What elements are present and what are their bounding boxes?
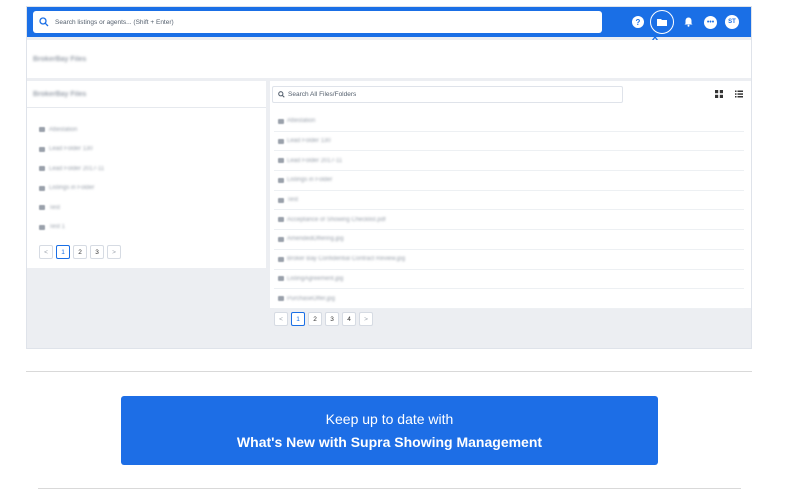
folder-label: Lead Folder 130 — [49, 146, 93, 153]
file-row[interactable]: Attestation — [274, 112, 744, 132]
app-screenshot: Search listings or agents... (Shift + En… — [26, 6, 752, 349]
file-row[interactable]: Listings in Folder — [274, 171, 744, 191]
next-page-button[interactable]: > — [359, 312, 373, 326]
file-icon — [278, 276, 284, 282]
files-pagination: < 1 2 3 4 > — [274, 312, 373, 326]
file-label: Attestation — [287, 118, 316, 125]
file-row[interactable]: Broker Bay Confidential Contract Review.… — [274, 250, 744, 270]
folder-item[interactable]: Attestation — [39, 120, 266, 140]
file-label: Acceptance of Showing Checklist.pdf — [287, 216, 386, 223]
bell-icon — [684, 17, 692, 27]
folder-tree-header: BrokerBay Files — [27, 81, 266, 108]
folder-icon — [278, 158, 284, 164]
page-button[interactable]: 1 — [291, 312, 305, 326]
folder-icon — [278, 138, 284, 144]
file-label: Test — [287, 197, 299, 204]
page-button[interactable]: 1 — [56, 245, 70, 259]
files-list: Attestation Lead Folder 130 Lead Folder … — [274, 112, 744, 309]
page-button[interactable]: 3 — [325, 312, 339, 326]
folder-label: Test — [49, 204, 61, 211]
file-label: AmendedOffering.jpg — [287, 236, 344, 243]
file-row[interactable]: Acceptance of Showing Checklist.pdf — [274, 210, 744, 231]
notifications-button[interactable] — [680, 14, 696, 30]
page-title: BrokerBay Files — [33, 55, 87, 63]
cta-line-1: Keep up to date with — [325, 411, 454, 427]
folder-item[interactable]: Test — [39, 198, 266, 218]
file-icon — [278, 236, 284, 242]
file-row[interactable]: ListingAgreement.jpg — [274, 270, 744, 290]
next-page-button[interactable]: > — [107, 245, 121, 259]
file-label: Listings in Folder — [287, 177, 333, 184]
file-row[interactable]: Lead Folder 130 — [274, 132, 744, 152]
folder-pagination: < 1 2 3 > — [39, 245, 121, 259]
files-button[interactable] — [650, 10, 674, 34]
help-icon[interactable]: ? — [632, 16, 644, 28]
folder-list: Attestation Lead Folder 130 Lead Folder … — [27, 108, 266, 237]
folder-tree-panel: BrokerBay Files Attestation Lead Folder … — [27, 81, 266, 268]
list-view-icon[interactable] — [735, 90, 743, 98]
page-title-bar: BrokerBay Files — [27, 40, 751, 78]
folder-label: Listings in Folder — [49, 185, 95, 192]
file-label: Lead Folder 2017-11 — [287, 157, 343, 164]
folder-icon — [39, 166, 45, 172]
folder-label: Attestation — [49, 126, 78, 133]
folder-label: Test 1 — [49, 224, 66, 231]
file-label: PurchaseOffer.jpg — [287, 295, 335, 302]
divider — [26, 371, 752, 372]
top-bar: Search listings or agents... (Shift + En… — [27, 7, 751, 37]
user-avatar[interactable]: ST — [725, 15, 739, 29]
file-label: Broker Bay Confidential Contract Review.… — [287, 256, 406, 263]
file-icon — [278, 217, 284, 223]
top-bar-icons: ? ••• ST — [632, 7, 751, 37]
page-button[interactable]: 2 — [308, 312, 322, 326]
folder-item[interactable]: Test 1 — [39, 218, 266, 238]
view-toggle — [715, 90, 743, 98]
folder-label: Lead Folder 2017-11 — [49, 165, 105, 172]
file-row[interactable]: AmendedOffering.jpg — [274, 230, 744, 250]
search-icon — [39, 17, 49, 27]
search-icon — [278, 91, 285, 98]
folder-icon — [39, 185, 45, 191]
chat-icon[interactable]: ••• — [704, 15, 717, 29]
file-row[interactable]: PurchaseOffer.jpg — [274, 289, 744, 309]
prev-page-button[interactable]: < — [274, 312, 288, 326]
folder-icon — [39, 146, 45, 152]
folder-icon — [278, 118, 284, 124]
page-button[interactable]: 2 — [73, 245, 87, 259]
files-search-input[interactable]: Search All Files/Folders — [272, 86, 623, 103]
folder-item[interactable]: Lead Folder 2017-11 — [39, 159, 266, 179]
folder-item[interactable]: Listings in Folder — [39, 179, 266, 199]
folder-icon — [278, 177, 284, 183]
page-button[interactable]: 4 — [342, 312, 356, 326]
file-row[interactable]: Test — [274, 191, 744, 211]
divider — [38, 488, 741, 489]
page-button[interactable]: 3 — [90, 245, 104, 259]
folder-tree-title: BrokerBay Files — [33, 90, 87, 98]
grid-view-icon[interactable] — [715, 90, 723, 98]
file-label: Lead Folder 130 — [287, 138, 331, 145]
cta-line-2: What's New with Supra Showing Management — [236, 434, 543, 450]
files-panel: Search All Files/Folders Attestation Lea… — [270, 81, 751, 309]
file-icon — [278, 256, 284, 262]
folder-icon — [39, 224, 45, 230]
file-row[interactable]: Lead Folder 2017-11 — [274, 151, 744, 172]
prev-page-button[interactable]: < — [39, 245, 53, 259]
whats-new-button[interactable]: Keep up to date with What's New with Sup… — [121, 396, 658, 465]
folder-icon — [39, 127, 45, 133]
folder-icon — [278, 197, 284, 203]
folder-icon — [657, 19, 667, 26]
global-search-input[interactable]: Search listings or agents... (Shift + En… — [33, 11, 602, 33]
page: Search listings or agents... (Shift + En… — [0, 0, 802, 500]
file-icon — [278, 296, 284, 302]
file-label: ListingAgreement.jpg — [287, 275, 344, 282]
folder-item[interactable]: Lead Folder 130 — [39, 140, 266, 160]
search-placeholder: Search listings or agents... (Shift + En… — [55, 18, 174, 26]
files-search-placeholder: Search All Files/Folders — [288, 91, 357, 98]
folder-icon — [39, 205, 45, 211]
